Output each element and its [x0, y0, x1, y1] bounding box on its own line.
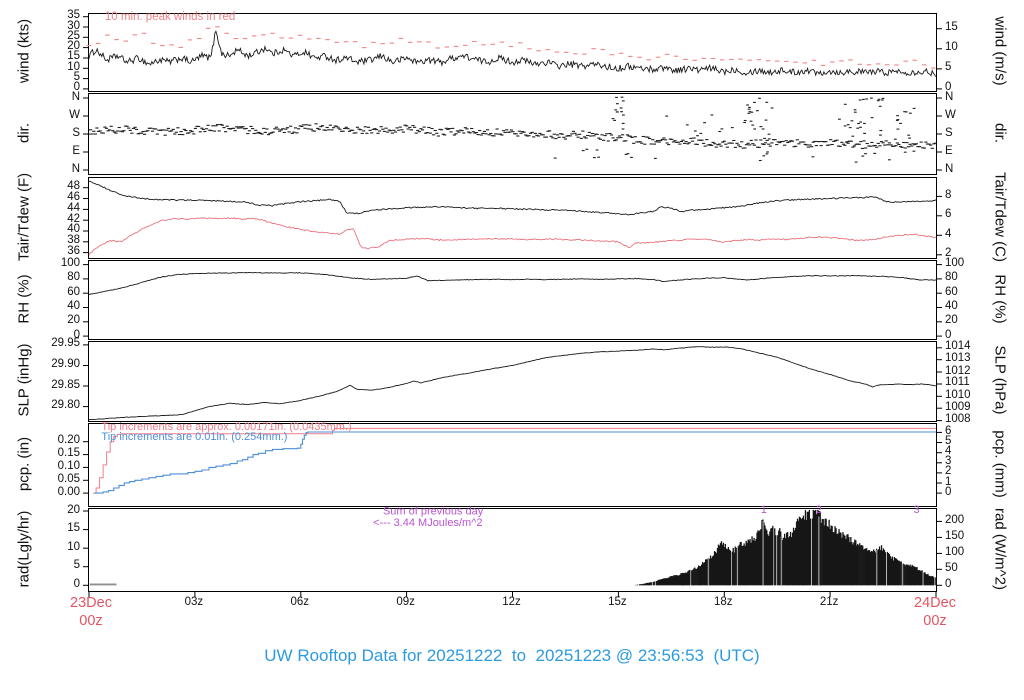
y-tick-label-left: 0.10 [57, 459, 80, 472]
y-tick-label-left: 60 [67, 285, 80, 298]
panel-humidity [83, 260, 942, 340]
y-tick-label-right: E [945, 144, 953, 157]
panel-pressure [83, 341, 942, 422]
x-tick-label: 06z [290, 596, 310, 608]
date-label-start: 23Dec [70, 595, 112, 611]
y-tick-label-right: 150 [945, 529, 965, 542]
y-tick-label-left: 0 [73, 577, 80, 590]
x-tick-label: 03z [184, 596, 204, 608]
y-tick-label-left: 15 [67, 522, 80, 535]
y-tick-label-left: 0.15 [57, 447, 80, 460]
axis-title-pcp-left: pcp. (in) [15, 436, 33, 492]
x-tick-label: 21z [819, 596, 839, 608]
axis-title-rad-left: rad(Lgly/hr) [15, 510, 33, 588]
panel-radiation: Sum of previous day <--- 3.44 MJoules/m^2… [83, 504, 942, 597]
y-tick-label-left: 29.95 [51, 337, 80, 350]
y-tick-label-left: N [71, 90, 80, 103]
chart-title: UW Rooftop Data for 20251222 to 20251223… [264, 646, 760, 665]
panel-precipitation: Tip increments are approx. 0.00171in. (0… [83, 421, 942, 507]
y-tick-label-left: S [72, 126, 80, 139]
y-tick-label-right: 20 [945, 314, 958, 327]
panel-temperature [83, 177, 942, 259]
wind-plot-svg: 10 min. peak winds in red [83, 11, 942, 90]
y-tick-label-right: N [945, 162, 954, 175]
y-tick-label-right: 5 [945, 61, 952, 74]
y-tick-label-left: 100 [60, 257, 80, 270]
y-tick-label-right: 6 [945, 424, 952, 437]
y-tick-label-right: 10 [945, 41, 958, 54]
y-tick-label-left: 0.00 [57, 485, 80, 498]
svg-text:2: 2 [816, 504, 822, 516]
y-tick-label-right: S [945, 126, 953, 139]
y-tick-label-left: 20 [67, 314, 80, 327]
precipitation-plot-svg: Tip increments are approx. 0.00171in. (0… [83, 421, 942, 494]
y-tick-label-left: 35 [67, 9, 80, 22]
y-tick-label-right: 60 [945, 285, 958, 298]
date-hour-start: 00z [79, 613, 103, 629]
y-tick-label-right: 50 [945, 561, 958, 574]
y-tick-label-right: 80 [945, 271, 958, 284]
date-hour-end: 00z [923, 613, 947, 629]
y-tick-label-right: 8 [945, 188, 952, 201]
x-tick-label: 15z [608, 596, 627, 608]
y-tick-label-right: 6 [945, 208, 952, 221]
svg-text:Tip increments are 0.01in. (0.: Tip increments are 0.01in. (0.254mm.) [101, 431, 287, 443]
x-tick-label: 09z [396, 596, 415, 608]
svg-text:<--- 3.44 MJoules/m^2: <--- 3.44 MJoules/m^2 [373, 517, 482, 529]
direction-plot-svg [83, 96, 942, 171]
y-tick-label-right: 0 [945, 577, 952, 590]
axis-title-rh-left: RH (%) [15, 274, 33, 324]
y-tick-label-left: E [72, 144, 80, 157]
y-tick-label-right: 40 [945, 300, 958, 312]
y-tick-label-right: W [945, 108, 956, 121]
temperature-plot-svg [83, 180, 942, 256]
humidity-plot-svg [83, 264, 942, 337]
axis-title-temp-left: Tair/Tdew (F) [15, 172, 33, 262]
x-tick-label: 18z [713, 596, 733, 608]
radiation-plot-svg: Sum of previous day<--- 3.44 MJoules/m^2… [83, 504, 942, 597]
y-tick-label-left: 80 [67, 271, 80, 284]
svg-text:Sum of previous day: Sum of previous day [383, 505, 484, 517]
y-tick-label-left: W [69, 108, 80, 121]
y-tick-label-left: 29.85 [51, 378, 80, 391]
y-tick-label-left: 29.80 [51, 399, 80, 412]
panel-wind: 10 min. peak winds in red [83, 11, 942, 92]
svg-text:3: 3 [914, 504, 920, 516]
y-tick-label-left: 0.20 [57, 434, 80, 447]
axis-title-slp-left: SLP (inHg) [15, 343, 33, 417]
y-tick-label-left: 40 [67, 300, 80, 312]
y-tick-label-right: 15 [945, 21, 958, 34]
svg-text:10 min. peak winds in red: 10 min. peak winds in red [105, 11, 235, 23]
y-tick-label-right: 1014 [945, 340, 971, 353]
figure: 10 min. peak winds in red Tip increments… [0, 0, 1024, 700]
y-tick-label-left: N [71, 162, 80, 175]
y-tick-label-right: 4 [945, 227, 952, 240]
x-tick-label: 12z [502, 596, 521, 608]
y-tick-label-right: 100 [945, 545, 965, 558]
date-label-end: 24Dec [914, 595, 956, 611]
svg-text:1: 1 [761, 504, 767, 516]
pressure-plot-svg [83, 344, 942, 422]
y-tick-label-left: 10 [67, 540, 80, 553]
panel-direction [83, 93, 942, 175]
y-tick-label-right: 100 [945, 257, 965, 270]
axis-title-wind-left: wind (kts) [15, 18, 33, 84]
y-tick-label-left: 20 [67, 503, 80, 516]
y-tick-label-left: 29.90 [51, 357, 80, 370]
y-tick-label-left: 48 [67, 180, 80, 193]
y-tick-label-right: 200 [945, 513, 965, 526]
y-tick-label-left: 0.05 [57, 472, 80, 485]
y-tick-label-left: 5 [73, 559, 80, 572]
y-tick-label-right: N [945, 90, 954, 103]
axis-title-dir-left: dir. [15, 122, 33, 144]
